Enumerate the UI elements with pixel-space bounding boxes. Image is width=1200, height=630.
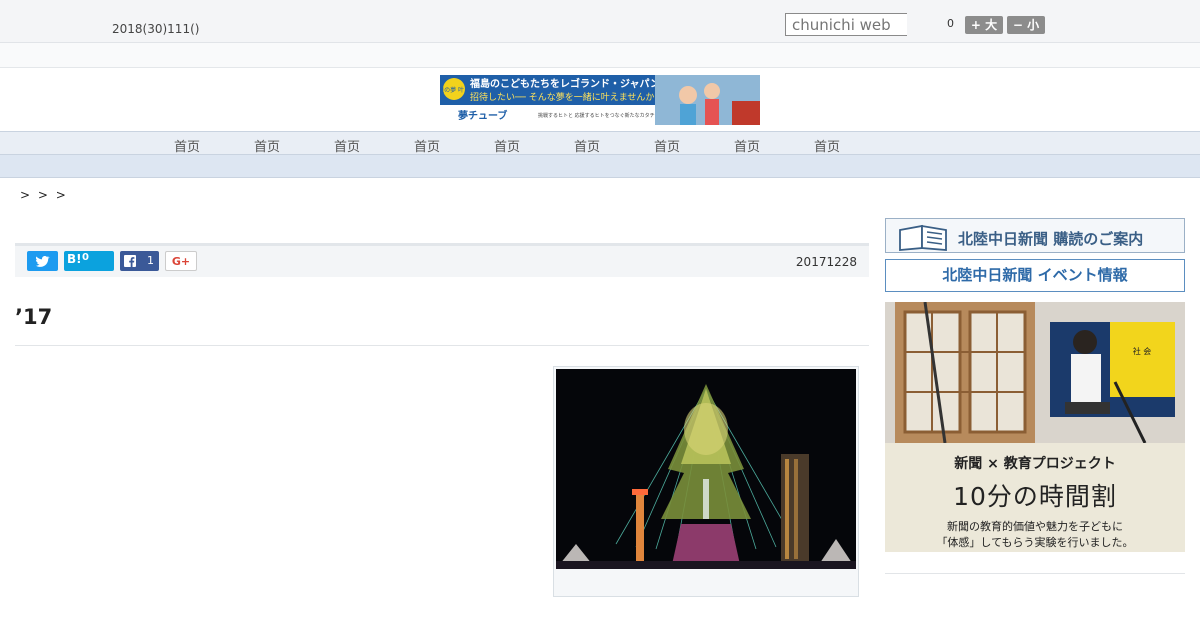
banner-brand: 夢チューブ: [458, 109, 507, 122]
banner-line1: 福島のこどもたちをレゴランド・ジャパンに: [469, 77, 670, 90]
edu-line3: 新聞の教育的価値や魅力を子どもに: [947, 520, 1123, 533]
article-photo[interactable]: [553, 366, 859, 597]
zoom-level: 0: [947, 17, 954, 30]
hatena-count: 0: [82, 252, 89, 263]
event-info-banner[interactable]: 北陸中日新聞 イベント情報: [885, 259, 1185, 292]
banner-tagline: 挑戦するヒトと 応援するヒトをつなぐ新たなカタチ: [538, 112, 655, 119]
article-headline: ’17: [15, 305, 53, 329]
nav-item[interactable]: 首页: [727, 136, 767, 155]
subscribe-text: 北陸中日新聞 購読のご案内: [958, 230, 1144, 248]
hatena-label: B!: [67, 252, 82, 266]
subscribe-banner[interactable]: 北陸中日新聞 購読のご案内: [885, 218, 1185, 253]
divider: [15, 345, 869, 346]
edu-title: 10分の時間割: [953, 482, 1117, 511]
facebook-share-button[interactable]: 1: [120, 251, 159, 271]
font-larger-button[interactable]: + 大: [965, 16, 1003, 34]
nav-item[interactable]: 首页: [807, 136, 847, 155]
banner-ad[interactable]: 北陸の夢 叶える 福島のこどもたちをレゴランド・ジャパンに 招待したい── そん…: [440, 75, 760, 125]
nav-item[interactable]: 首页: [407, 136, 447, 155]
google-plus-share-button[interactable]: G+: [165, 251, 197, 271]
edu-caption: 新聞 × 教育プロジェクト 10分の時間割 新聞の教育的価値や魅力を子どもに 「…: [885, 443, 1185, 552]
nav-item[interactable]: 首页: [327, 136, 367, 155]
edu-photo: 社 会: [885, 302, 1185, 443]
sub-nav: [0, 155, 1200, 178]
nav-item[interactable]: 首页: [487, 136, 527, 155]
nav-item[interactable]: 首页: [647, 136, 687, 155]
board-text: 社 会: [1133, 346, 1152, 356]
share-bar: B! 0 1 G+ 20171228: [15, 243, 869, 277]
hatena-bookmark-button[interactable]: B! 0: [64, 251, 114, 271]
sub-header-bar: [0, 43, 1200, 68]
facebook-icon: [124, 255, 136, 267]
font-smaller-button[interactable]: − 小: [1007, 16, 1045, 34]
top-bar: 2018(30)111() 0 + 大 − 小: [0, 0, 1200, 43]
twitter-icon: [35, 256, 50, 267]
nav-item[interactable]: 首页: [567, 136, 607, 155]
edu-line4: 「体感」してもらう実験を行いました。: [936, 536, 1134, 549]
twitter-share-button[interactable]: [27, 251, 58, 271]
header-date: 2018(30)111(): [112, 22, 200, 36]
edu-line1: 新聞 × 教育プロジェクト: [954, 456, 1116, 472]
newspaper-icon: [899, 224, 947, 251]
breadcrumb[interactable]: > > >: [20, 188, 68, 202]
search-input[interactable]: [785, 13, 907, 36]
facebook-count: 1: [147, 254, 154, 267]
banner-line2: 招待したい── そんな夢を一緒に叶えませんか?: [470, 91, 659, 103]
event-info-text: 北陸中日新聞 イベント情報: [942, 266, 1128, 284]
education-project-banner[interactable]: 社 会 新聞 × 教育プロジェクト 10分の時間割 新聞の教育的価値や魅力を子ど…: [885, 302, 1185, 552]
main-nav: 首页 首页 首页 首页 首页 首页 首页 首页 首页: [0, 131, 1200, 155]
sidebar-divider: [885, 573, 1185, 574]
nav-item[interactable]: 首页: [247, 136, 287, 155]
article-date: 20171228: [795, 255, 857, 269]
nav-item[interactable]: 首页: [167, 136, 207, 155]
